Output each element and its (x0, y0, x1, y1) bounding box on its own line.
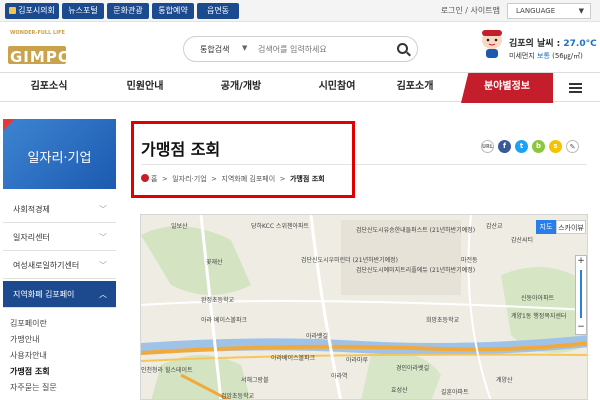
map-label: 희망초등학교 (426, 317, 460, 324)
nav-participation[interactable]: 시민참여 (292, 73, 382, 103)
map-label: 아라 베이스볼파크 (201, 317, 248, 324)
sub-item-user-guide[interactable]: 사용자안내 (10, 350, 47, 361)
map-label: 경인아라뱃길 (396, 365, 430, 372)
top-tab-culture[interactable]: 문화관광 (107, 3, 149, 19)
map-label: 신동아아파트 (521, 295, 555, 302)
map-label: 아라뱃길 (306, 333, 329, 340)
gimpo-logo[interactable]: WONDER-FULL LIFE GIMPO (4, 26, 71, 66)
login-sitemap-links[interactable]: 로그인 / 사이트맵 (441, 5, 500, 16)
map-label: 인천청라 힐스테이트 (141, 367, 193, 374)
sub-item-merchant-guide[interactable]: 가맹안내 (10, 334, 39, 345)
nav-field-info[interactable]: 분야별정보 (461, 73, 553, 103)
map-label: 검암초등학교 (221, 393, 255, 400)
map-label: 서해그랑블 (241, 377, 269, 384)
map-label: 검단신도시우미린더 (21년하반기예정) (301, 257, 399, 264)
mascot-icon (482, 30, 502, 58)
zoom-track[interactable] (580, 270, 582, 318)
nav-news[interactable]: 김포소식 (5, 73, 93, 103)
zoom-out-icon[interactable]: − (576, 322, 586, 332)
map-label: 아라베이스볼파크 (271, 355, 316, 362)
dust-level: 보통 (537, 52, 550, 60)
logo-word: GIMPO (10, 48, 72, 66)
temperature: 27.0°C (563, 39, 597, 49)
map-label: 감산씨티 (511, 237, 534, 244)
sidebar-title: 일자리·기업 (27, 151, 92, 166)
top-tab-news[interactable]: 뉴스포털 (62, 3, 104, 19)
top-utility-bar: 김포시의회 뉴스포털 문화관광 통합예약 읍면동 로그인 / 사이트맵 LANG… (0, 0, 600, 22)
url-copy-icon[interactable]: URL (481, 140, 494, 153)
story-icon[interactable]: s (549, 140, 562, 153)
language-select[interactable]: LANGUAGE ▼ (507, 3, 591, 19)
zoom-control[interactable]: + − (575, 255, 587, 335)
search-box: 통합검색 ▼ (183, 36, 418, 62)
top-tab-district[interactable]: 읍면동 (197, 3, 239, 19)
map-label: 검단신도시유승한내들퍼스트 (21년하반기예정) (356, 227, 476, 234)
highlight-box (131, 121, 355, 198)
sidebar-hero: 일자리·기업 (3, 119, 116, 189)
nav-about[interactable]: 김포소개 (370, 73, 460, 103)
logo-tagline: WONDER-FULL LIFE (10, 30, 65, 36)
corner-accent (3, 119, 15, 131)
map-label: 효성산 (391, 387, 408, 394)
facebook-icon[interactable]: f (498, 140, 511, 153)
chevron-down-icon[interactable]: ▼ (242, 44, 247, 52)
main-nav: 김포소식 민원안내 공개/개방 시민참여 김포소개 분야별정보 (0, 72, 600, 103)
search-input[interactable] (258, 42, 398, 56)
zoom-in-icon[interactable]: + (576, 256, 586, 266)
chevron-down-icon: ﹀ (99, 233, 107, 242)
search-category[interactable]: 통합검색 (200, 44, 229, 55)
sidebar-item-women-center[interactable]: 여성새로일하기센터 ﹀ (3, 252, 116, 279)
menu-icon[interactable] (569, 83, 582, 93)
sidebar-item-job-center[interactable]: 일자리센터 ﹀ (3, 224, 116, 251)
nav-civil[interactable]: 민원안내 (100, 73, 190, 103)
map-label: 검단신도시예미지트리플에듀 (21년하반기예정) (356, 267, 476, 274)
sidebar-item-gimpo-pay[interactable]: 지역화폐 김포페이 ︿ (3, 281, 116, 308)
home-icon (9, 7, 17, 14)
map-label: 갑산교 (486, 223, 503, 230)
map-label: 꽃재산 (206, 259, 223, 266)
fine-dust-info: 미세먼지 보통 (56㎍/㎥) (509, 52, 583, 60)
chevron-down-icon: ▼ (578, 7, 584, 15)
sidebar-item-social-economy[interactable]: 사회적경제 ﹀ (3, 196, 116, 223)
map-label: 당하KCC 스위첸아파트 (251, 223, 310, 230)
map-label: 완정초등학교 (201, 297, 235, 304)
map-type-skyview[interactable]: 스카이뷰 (556, 220, 586, 234)
weather-info: 김포의 날씨 : 27.0°C (509, 39, 597, 49)
map-type-map[interactable]: 지도 (536, 220, 556, 234)
map-label: 길훈아파트 (441, 389, 469, 396)
search-icon[interactable] (397, 43, 408, 54)
twitter-icon[interactable]: t (515, 140, 528, 153)
sub-item-faq[interactable]: 자주묻는 질문 (10, 382, 57, 393)
nav-open[interactable]: 공개/개방 (196, 73, 286, 103)
top-tab-reservation[interactable]: 통합예약 (152, 3, 194, 19)
sub-item-merchant-search[interactable]: 가맹점 조회 (10, 366, 50, 377)
blog-icon[interactable]: b (532, 140, 545, 153)
top-tab-council[interactable]: 김포시의회 (5, 3, 59, 19)
chevron-down-icon: ﹀ (99, 261, 107, 270)
chevron-down-icon: ﹀ (99, 205, 107, 214)
map-label: 일보산 (171, 223, 188, 230)
merchant-map[interactable]: 일보산 당하KCC 스위첸아파트 검단신도시유승한내들퍼스트 (21년하반기예정… (140, 214, 588, 400)
map-label: 아라마루 (346, 357, 369, 364)
map-label: 계양1동 행정복지센터 (511, 313, 567, 320)
map-label: 아라역 (331, 373, 348, 380)
sub-item-about[interactable]: 김포페이란 (10, 318, 47, 329)
chevron-up-icon: ︿ (99, 290, 107, 299)
map-label: 마전동 (461, 257, 478, 264)
print-icon[interactable]: ✎ (566, 140, 579, 153)
map-label: 계양산 (496, 377, 513, 384)
